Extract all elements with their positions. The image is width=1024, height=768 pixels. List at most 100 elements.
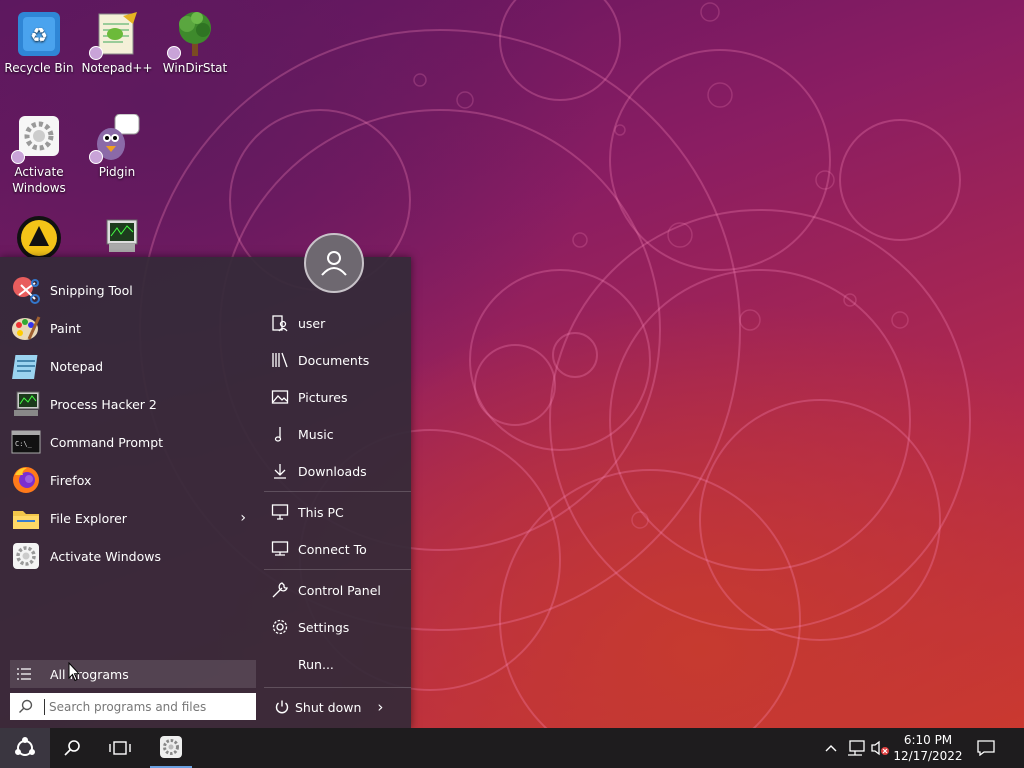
place-documents[interactable]: Documents bbox=[264, 343, 411, 377]
chevron-right-icon[interactable]: › bbox=[377, 698, 383, 716]
terminal-icon: C:\_ bbox=[10, 426, 42, 458]
place-user[interactable]: user bbox=[264, 306, 411, 340]
clock-time: 6:10 PM bbox=[903, 733, 953, 747]
program-label: File Explorer bbox=[50, 510, 127, 526]
chevron-up-icon bbox=[825, 745, 837, 752]
monitor-icon bbox=[10, 388, 42, 420]
desktop-icon-recycle-bin[interactable]: ♻ Recycle Bin bbox=[0, 10, 78, 76]
place-label: Run... bbox=[298, 656, 334, 672]
taskbar-clock[interactable]: 6:10 PM 12/17/2022 bbox=[890, 732, 966, 764]
music-note-icon bbox=[270, 424, 290, 444]
notifications-button[interactable] bbox=[972, 728, 1000, 768]
program-command-prompt[interactable]: C:\_ Command Prompt bbox=[10, 424, 256, 460]
program-label: Firefox bbox=[50, 472, 92, 488]
place-downloads[interactable]: Downloads bbox=[264, 454, 411, 488]
start-menu-places: user Documents Pictures Music Downloads bbox=[264, 257, 411, 728]
list-icon bbox=[16, 667, 32, 681]
separator bbox=[264, 491, 411, 492]
program-activate-windows[interactable]: Activate Windows bbox=[10, 538, 256, 574]
taskbar-app-settings[interactable] bbox=[150, 728, 192, 768]
power-icon bbox=[274, 699, 290, 715]
desktop-icon-label: Notepad++ bbox=[81, 61, 153, 75]
place-label: user bbox=[298, 315, 326, 331]
program-label: Snipping Tool bbox=[50, 282, 133, 298]
place-label: Control Panel bbox=[298, 582, 381, 598]
ubuntu-logo-icon bbox=[15, 737, 35, 756]
place-label: This PC bbox=[298, 504, 344, 520]
shortcut-arrow-icon bbox=[11, 150, 25, 164]
start-menu: Snipping Tool Paint Notepad Process Hack… bbox=[0, 257, 411, 728]
place-control-panel[interactable]: Control Panel bbox=[264, 573, 411, 607]
place-music[interactable]: Music bbox=[264, 417, 411, 451]
place-pictures[interactable]: Pictures bbox=[264, 380, 411, 414]
svg-text:C:\_: C:\_ bbox=[15, 440, 33, 448]
start-search-box[interactable]: Search programs and files bbox=[10, 693, 256, 720]
place-label: Pictures bbox=[298, 389, 348, 405]
place-settings[interactable]: Settings bbox=[264, 610, 411, 644]
user-folder-icon bbox=[270, 313, 290, 333]
separator bbox=[264, 687, 411, 688]
shortcut-arrow-icon bbox=[167, 46, 181, 60]
program-label: Activate Windows bbox=[50, 548, 161, 564]
desktop-icon-windirstat[interactable]: WinDirStat bbox=[156, 10, 234, 76]
library-icon bbox=[270, 350, 290, 370]
tray-overflow-button[interactable] bbox=[822, 728, 840, 768]
program-firefox[interactable]: Firefox bbox=[10, 462, 256, 498]
monitor-icon bbox=[93, 214, 141, 262]
separator bbox=[264, 569, 411, 570]
program-snipping-tool[interactable]: Snipping Tool bbox=[10, 272, 256, 308]
place-label: Downloads bbox=[298, 463, 367, 479]
task-view-icon bbox=[109, 741, 131, 755]
place-this-pc[interactable]: This PC bbox=[264, 495, 411, 529]
download-icon bbox=[270, 461, 290, 481]
tree-icon bbox=[167, 10, 219, 60]
gear-icon bbox=[270, 617, 290, 637]
volume-tray-button[interactable] bbox=[868, 728, 892, 768]
desktop-icon-label: WinDirStat bbox=[162, 61, 228, 75]
all-programs-button[interactable]: All Programs bbox=[10, 660, 256, 688]
search-icon bbox=[64, 740, 80, 756]
user-icon bbox=[321, 251, 347, 276]
notepad-plus-plus-icon bbox=[89, 10, 141, 60]
place-label: Settings bbox=[298, 619, 350, 635]
shutdown-button[interactable]: Shut down › bbox=[264, 692, 411, 722]
all-programs-label: All Programs bbox=[50, 666, 129, 682]
program-file-explorer[interactable]: File Explorer › bbox=[10, 500, 256, 536]
program-process-hacker-2[interactable]: Process Hacker 2 bbox=[10, 386, 256, 422]
desktop-icon-activate-windows[interactable]: Activate Windows bbox=[0, 114, 78, 196]
aimp-icon bbox=[15, 214, 63, 262]
run-icon bbox=[270, 654, 290, 674]
desktop-icon-notepad-plus-plus[interactable]: Notepad++ bbox=[78, 10, 156, 76]
folder-icon bbox=[10, 502, 42, 534]
search-input[interactable]: Search programs and files bbox=[44, 698, 206, 715]
scissors-icon bbox=[10, 274, 42, 306]
firefox-icon bbox=[10, 464, 42, 496]
user-avatar[interactable] bbox=[304, 233, 364, 293]
desktop-icon-label: Activate Windows bbox=[12, 165, 66, 195]
desktop-icon-label: Pidgin bbox=[98, 165, 136, 179]
place-run[interactable]: Run... bbox=[264, 647, 411, 681]
search-button[interactable] bbox=[52, 728, 92, 768]
program-label: Paint bbox=[50, 320, 81, 336]
chevron-right-icon[interactable]: › bbox=[240, 510, 246, 526]
network-tray-button[interactable] bbox=[844, 728, 868, 768]
start-button[interactable] bbox=[0, 728, 50, 768]
program-label: Notepad bbox=[50, 358, 104, 374]
program-paint[interactable]: Paint bbox=[10, 310, 256, 346]
program-label: Process Hacker 2 bbox=[50, 396, 157, 412]
shortcut-arrow-icon bbox=[89, 150, 103, 164]
taskbar bbox=[0, 728, 1024, 768]
computer-icon bbox=[270, 502, 290, 522]
program-label: Command Prompt bbox=[50, 434, 164, 450]
clock-date: 12/17/2022 bbox=[893, 749, 963, 763]
desktop-icon-pidgin[interactable]: Pidgin bbox=[78, 113, 156, 180]
paint-palette-icon bbox=[10, 312, 42, 344]
wrench-icon bbox=[270, 580, 290, 600]
volume-muted-icon bbox=[871, 740, 889, 756]
notepad-icon bbox=[10, 350, 42, 382]
shutdown-label: Shut down bbox=[295, 699, 362, 715]
desktop-icon-label: Recycle Bin bbox=[4, 61, 74, 75]
place-connect-to[interactable]: Connect To bbox=[264, 532, 411, 566]
task-view-button[interactable] bbox=[98, 728, 142, 768]
program-notepad[interactable]: Notepad bbox=[10, 348, 256, 384]
